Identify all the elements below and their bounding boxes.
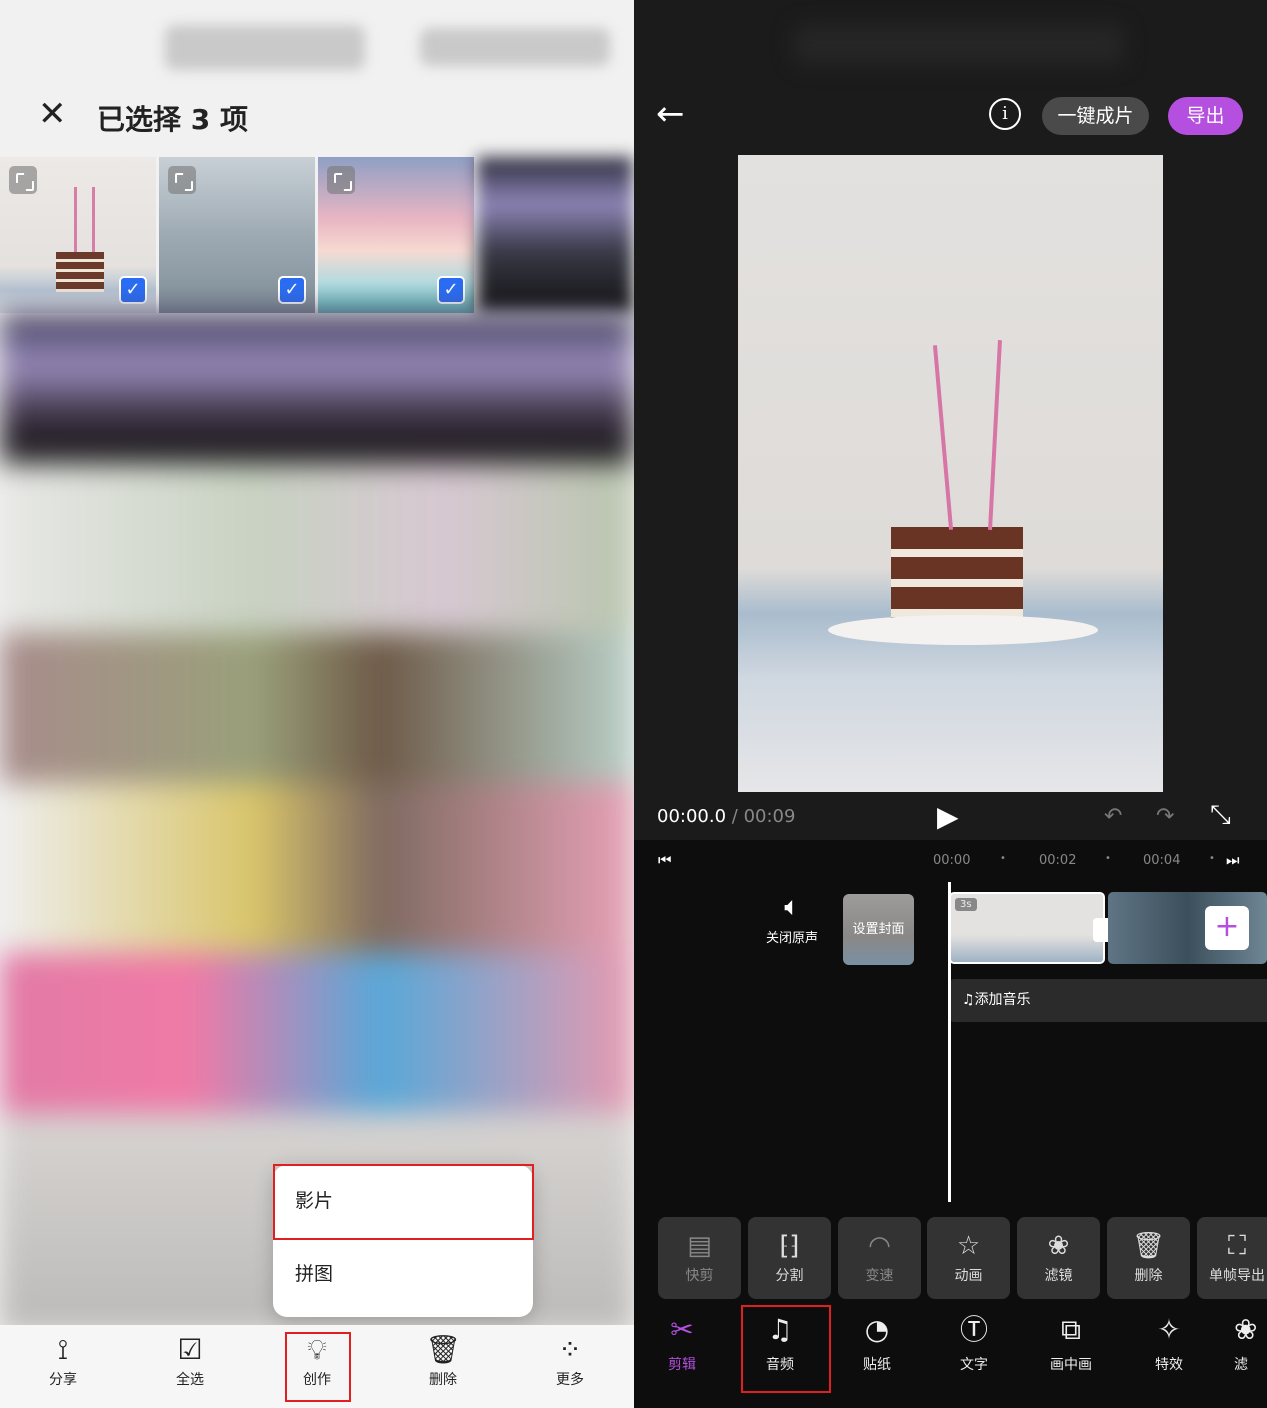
undo-icon[interactable]: ↶	[1104, 804, 1122, 829]
skip-end-icon[interactable]: ⏭	[1226, 851, 1240, 869]
effects-icon: ✧	[1126, 1310, 1212, 1354]
status-bar-blurred	[794, 25, 1124, 65]
music-note-icon: ♫	[962, 992, 975, 1008]
menu-item-collage[interactable]: 拼图	[273, 1238, 533, 1311]
more-button[interactable]: ⁘更多	[520, 1325, 620, 1408]
photo-thumb-cake[interactable]: ✓	[0, 157, 156, 313]
text-icon: Ⓣ	[931, 1310, 1017, 1354]
nav-pip[interactable]: ⧉画中画	[1028, 1310, 1114, 1374]
redo-icon[interactable]: ↷	[1156, 804, 1174, 829]
highlight-box	[273, 1164, 534, 1240]
speed-icon: ◠	[838, 1217, 921, 1265]
filter-icon: ❀	[1017, 1217, 1100, 1265]
sticker-icon: ◔	[834, 1310, 920, 1354]
expand-icon[interactable]	[327, 166, 355, 194]
back-arrow-icon[interactable]: ←	[656, 94, 685, 134]
info-icon[interactable]: i	[989, 98, 1021, 130]
select-all-icon: ☑	[140, 1325, 240, 1369]
share-button[interactable]: ⟟分享	[13, 1325, 113, 1408]
pip-icon: ⧉	[1028, 1310, 1114, 1354]
ruler-tick: 00:04	[1143, 853, 1180, 868]
delete-button[interactable]: 🗑︎删除	[393, 1325, 493, 1408]
video-preview[interactable]	[738, 155, 1163, 792]
ruler-tick: 00:00	[933, 853, 970, 868]
checkbox-checked[interactable]: ✓	[278, 276, 306, 304]
photo-thumb-sky[interactable]: ✓	[318, 157, 474, 313]
selection-title: 已选择 3 项	[97, 98, 248, 138]
nav-edit[interactable]: ✂剪辑	[639, 1310, 725, 1374]
nav-text[interactable]: Ⓣ文字	[931, 1310, 1017, 1374]
fullscreen-icon[interactable]: ⤡	[1210, 800, 1231, 831]
close-icon[interactable]: ✕	[38, 96, 67, 132]
status-bar-blurred-right	[420, 28, 610, 66]
tool-filter[interactable]: ❀滤镜	[1017, 1217, 1100, 1299]
playhead[interactable]	[948, 882, 951, 1202]
trash-icon: 🗑︎	[1107, 1217, 1190, 1265]
scissors-icon: ✂	[639, 1310, 725, 1354]
status-bar-blurred	[165, 25, 365, 70]
set-cover-button[interactable]: 设置封面	[843, 894, 914, 965]
tool-delete[interactable]: 🗑︎删除	[1107, 1217, 1190, 1299]
nav-effects[interactable]: ✧特效	[1126, 1310, 1212, 1374]
video-editor-screen: ← i 一键成片 导出 00:00.0 / 00:09 ▶ ↶ ↷ ⤡ ⏮ 00…	[634, 0, 1267, 1408]
tool-animation[interactable]: ☆动画	[927, 1217, 1010, 1299]
tool-split[interactable]: ⁅⁆分割	[748, 1217, 831, 1299]
tool-speed[interactable]: ◠变速	[838, 1217, 921, 1299]
play-button[interactable]: ▶	[937, 800, 959, 833]
split-icon: ⁅⁆	[748, 1217, 831, 1265]
animation-icon: ☆	[927, 1217, 1010, 1265]
photo-thumb[interactable]	[477, 157, 633, 313]
clip-cake[interactable]: 3s	[949, 892, 1105, 964]
share-icon: ⟟	[13, 1325, 113, 1369]
more-icon: ⁘	[520, 1325, 620, 1369]
expand-icon[interactable]	[9, 166, 37, 194]
checkbox-checked[interactable]: ✓	[437, 276, 465, 304]
highlight-box	[741, 1305, 831, 1393]
skip-start-icon[interactable]: ⏮	[658, 851, 672, 869]
tool-frame-export[interactable]: ⛶单帧导出	[1197, 1217, 1267, 1299]
timeline-area: ⏮ 00:00 • 00:02 • 00:04 • ⏭ 🔈︎ 关闭原声 设置封面…	[634, 840, 1267, 1210]
speaker-icon: 🔈︎	[762, 892, 822, 923]
photo-thumb-forest[interactable]: ✓	[159, 157, 315, 313]
add-clip-button[interactable]: +	[1205, 906, 1249, 950]
export-button[interactable]: 导出	[1168, 97, 1243, 135]
nav-filter[interactable]: ❀滤	[1234, 1310, 1267, 1374]
nav-sticker[interactable]: ◔贴纸	[834, 1310, 920, 1374]
mute-original-button[interactable]: 🔈︎ 关闭原声	[762, 892, 822, 946]
one-click-video-button[interactable]: 一键成片	[1042, 97, 1149, 135]
checkbox-checked[interactable]: ✓	[119, 276, 147, 304]
add-music-track[interactable]: ♫添加音乐	[950, 979, 1267, 1022]
filter-icon: ❀	[1234, 1310, 1267, 1354]
quick-cut-icon: ▤	[658, 1217, 741, 1265]
expand-icon[interactable]	[168, 166, 196, 194]
select-all-button[interactable]: ☑全选	[140, 1325, 240, 1408]
frame-export-icon: ⛶	[1197, 1217, 1267, 1265]
tool-quick-cut[interactable]: ▤快剪	[658, 1217, 741, 1299]
highlight-box	[285, 1332, 351, 1402]
trash-icon: 🗑︎	[393, 1325, 493, 1369]
ruler-tick: 00:02	[1039, 853, 1076, 868]
gallery-screen: ✕ 已选择 3 项 ✓ ✓ ✓ 影片 拼图 ⟟分享 ☑全选 💡︎创作	[0, 0, 634, 1408]
time-readout: 00:00.0 / 00:09	[657, 806, 795, 827]
